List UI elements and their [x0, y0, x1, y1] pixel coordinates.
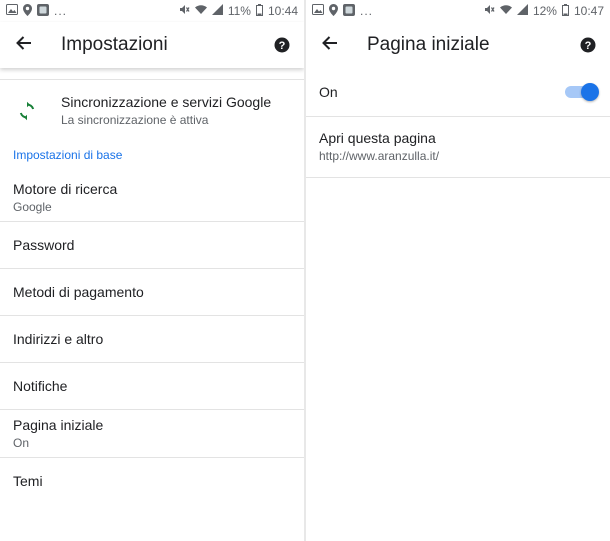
help-icon: ?	[578, 37, 598, 59]
sync-title: Sincronizzazione e servizi Google	[61, 94, 272, 110]
settings-item-notifications[interactable]: Notifiche	[0, 363, 304, 409]
arrow-back-icon	[322, 35, 338, 55]
mute-icon	[179, 4, 190, 18]
status-bar: ... 12% 10:47	[306, 0, 610, 22]
item-label: Indirizzi e altro	[13, 330, 104, 347]
settings-item-payment-methods[interactable]: Metodi di pagamento	[0, 269, 304, 315]
homepage-toggle[interactable]	[565, 83, 599, 101]
help-button[interactable]: ?	[578, 35, 598, 55]
svg-text:?: ?	[279, 40, 286, 52]
open-page-url: http://www.aranzulla.it/	[319, 149, 440, 163]
sync-subtitle: La sincronizzazione è attiva	[61, 113, 209, 127]
help-button[interactable]: ?	[272, 35, 292, 55]
arrow-back-icon	[16, 35, 32, 55]
back-button[interactable]	[12, 33, 36, 57]
settings-screen: ... 11% 10:44 Impostazioni ? Sincronizza…	[0, 0, 304, 541]
wifi-icon	[499, 4, 512, 18]
item-value: On	[13, 435, 30, 450]
item-label: Motore di ricerca	[13, 180, 118, 197]
item-label: Temi	[13, 472, 43, 489]
back-button[interactable]	[318, 33, 342, 57]
homepage-toggle-row[interactable]: On	[306, 68, 610, 116]
page-title: Impostazioni	[61, 34, 168, 55]
settings-item-themes[interactable]: Temi	[0, 458, 304, 504]
signal-icon	[211, 4, 223, 18]
location-icon	[329, 3, 338, 19]
battery-icon	[561, 3, 569, 19]
image-icon	[6, 4, 18, 18]
clock: 10:47	[573, 4, 604, 18]
item-label: Pagina iniziale	[13, 416, 104, 433]
sync-icon	[13, 97, 41, 125]
wifi-icon	[194, 4, 207, 18]
more-notifications: ...	[54, 4, 68, 18]
item-label: Metodi di pagamento	[13, 283, 144, 300]
item-label: Password	[13, 236, 75, 253]
app-icon	[343, 3, 355, 19]
settings-item-password[interactable]: Password	[0, 222, 304, 268]
homepage-screen: ... 12% 10:47 Pagina iniziale ? On Apri …	[306, 0, 610, 541]
mute-icon	[484, 4, 495, 18]
toggle-knob	[581, 83, 599, 101]
clock: 10:44	[267, 4, 298, 18]
section-header-basic: Impostazioni di base	[13, 148, 123, 162]
toggle-label: On	[319, 83, 338, 100]
open-page-row[interactable]: Apri questa pagina http://www.aranzulla.…	[306, 117, 610, 177]
battery-icon	[255, 3, 263, 19]
toolbar: Impostazioni ?	[0, 22, 304, 68]
signal-icon	[516, 4, 528, 18]
settings-item-search-engine[interactable]: Motore di ricerca Google	[0, 174, 304, 221]
battery-text: 11%	[227, 4, 251, 18]
image-icon	[312, 4, 324, 18]
more-notifications: ...	[360, 4, 374, 18]
svg-text:?: ?	[585, 40, 592, 52]
item-label: Notifiche	[13, 377, 68, 394]
open-page-title: Apri questa pagina	[319, 130, 436, 146]
divider	[306, 177, 610, 178]
page-title: Pagina iniziale	[367, 34, 490, 55]
settings-item-homepage[interactable]: Pagina iniziale On	[0, 410, 304, 457]
app-icon	[37, 3, 49, 19]
help-icon: ?	[272, 37, 292, 59]
status-bar: ... 11% 10:44	[0, 0, 304, 22]
location-icon	[23, 3, 32, 19]
sync-row[interactable]: Sincronizzazione e servizi Google La sin…	[0, 80, 304, 136]
settings-item-addresses[interactable]: Indirizzi e altro	[0, 316, 304, 362]
battery-text: 12%	[532, 4, 557, 18]
item-value: Google	[13, 199, 52, 214]
toolbar: Pagina iniziale ?	[306, 22, 610, 68]
